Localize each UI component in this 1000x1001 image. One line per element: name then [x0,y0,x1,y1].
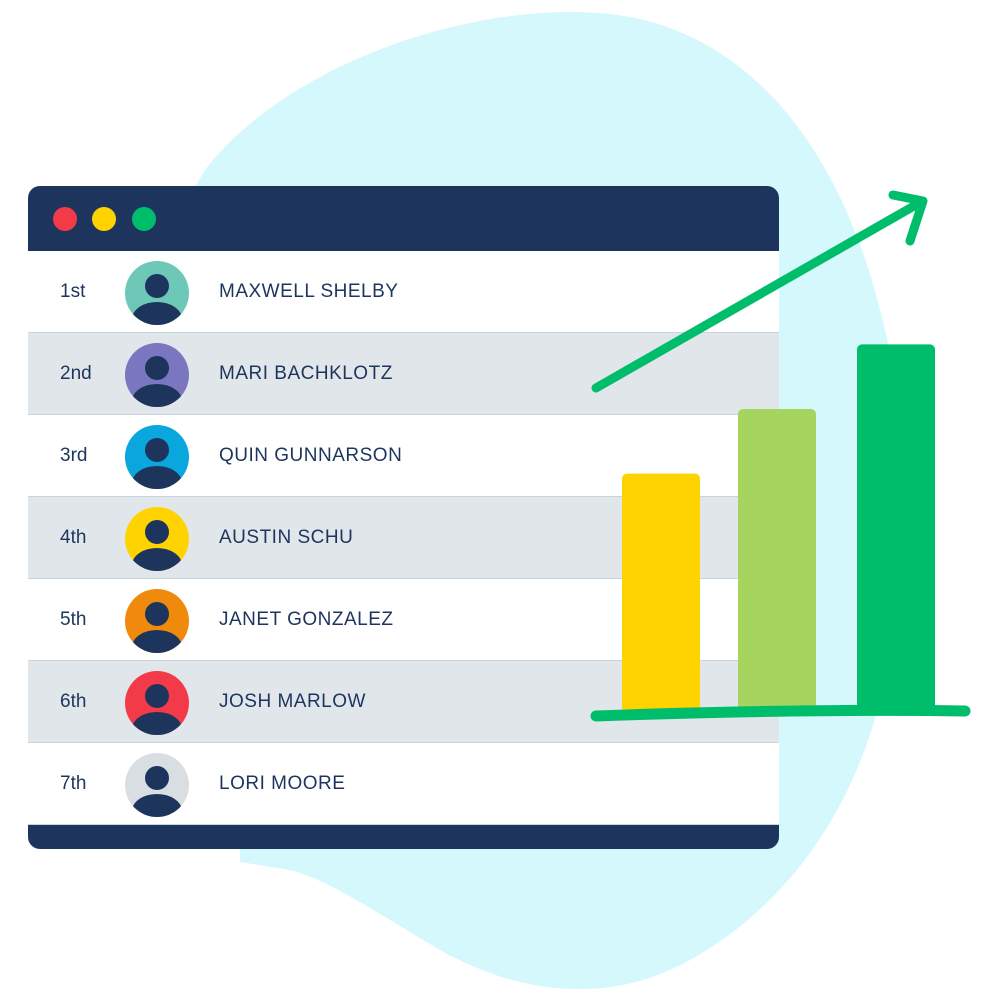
user-head [145,766,169,790]
rank-label: 6th [60,691,87,712]
window-titlebar [28,186,779,251]
user-icon [125,343,189,407]
illustration-canvas: 1st MAXWELL SHELBY 2nd MARI BACHKLOTZ 3r… [0,0,1000,1001]
user-head [145,520,169,544]
leaderboard-row: 6th JOSH MARLOW [28,661,779,743]
leaderboard-row: 7th LORI MOORE [28,743,779,825]
user-body [132,548,182,571]
user-icon [125,261,189,325]
person-name: JANET GONZALEZ [219,609,394,630]
maximize-dot[interactable] [132,207,156,231]
user-icon-glyph [132,274,182,325]
user-body [132,466,182,489]
user-body [132,384,182,407]
person-name: MAXWELL SHELBY [219,281,399,302]
user-icon-glyph [132,684,182,735]
rank-label: 5th [60,609,87,630]
user-icon-glyph [132,602,182,653]
user-icon [125,425,189,489]
leaderboard-row: 5th JANET GONZALEZ [28,579,779,661]
user-body [132,712,182,735]
user-head [145,438,169,462]
rank-label: 7th [60,773,87,794]
user-icon [125,589,189,653]
person-name: LORI MOORE [219,773,346,794]
leaderboard-window: 1st MAXWELL SHELBY 2nd MARI BACHKLOTZ 3r… [28,186,779,849]
rank-label: 3rd [60,445,88,466]
person-name: JOSH MARLOW [219,691,366,712]
user-head [145,602,169,626]
user-body [132,630,182,653]
user-head [145,684,169,708]
leaderboard-row: 4th AUSTIN SCHU [28,497,779,579]
person-name: AUSTIN SCHU [219,527,354,548]
leaderboard-list: 1st MAXWELL SHELBY 2nd MARI BACHKLOTZ 3r… [28,251,779,829]
user-head [145,274,169,298]
rank-label: 4th [60,527,87,548]
user-body [132,794,182,817]
user-icon-glyph [132,520,182,571]
user-body [132,302,182,325]
rank-label: 1st [60,281,86,302]
user-icon [125,753,189,817]
leaderboard-row: 2nd MARI BACHKLOTZ [28,333,779,415]
person-name: QUIN GUNNARSON [219,445,403,466]
minimize-dot[interactable] [92,207,116,231]
user-icon-glyph [132,766,182,817]
leaderboard-row: 1st MAXWELL SHELBY [28,251,779,333]
user-head [145,356,169,380]
close-dot[interactable] [53,207,77,231]
rank-label: 2nd [60,363,92,384]
user-icon-glyph [132,356,182,407]
person-name: MARI BACHKLOTZ [219,363,393,384]
user-icon [125,507,189,571]
leaderboard-row: 3rd QUIN GUNNARSON [28,415,779,497]
user-icon-glyph [132,438,182,489]
user-icon [125,671,189,735]
